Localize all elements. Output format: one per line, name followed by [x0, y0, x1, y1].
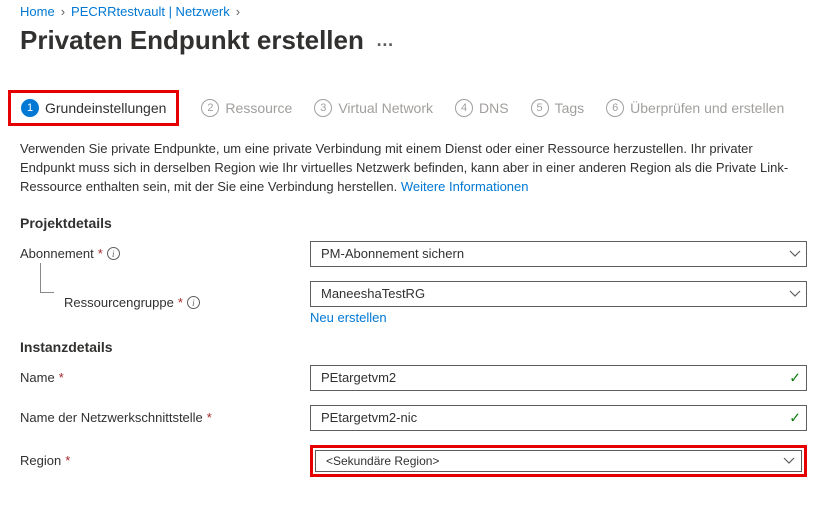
step-label: Tags	[555, 100, 585, 116]
step-tags[interactable]: 5 Tags	[531, 99, 585, 117]
subscription-select[interactable]: PM-Abonnement sichern	[310, 241, 807, 267]
row-subscription: Abonnement * i PM-Abonnement sichern	[20, 241, 807, 267]
learn-more-link[interactable]: Weitere Informationen	[401, 179, 529, 194]
breadcrumb-sep: ›	[236, 4, 240, 19]
step-number-icon: 4	[455, 99, 473, 117]
region-select[interactable]: <Sekundäre Region>	[315, 450, 802, 472]
more-menu[interactable]: …	[376, 30, 395, 51]
input-value: PEtargetvm2-nic	[321, 410, 417, 425]
label-name: Name *	[20, 370, 310, 385]
step-resource[interactable]: 2 Ressource	[201, 99, 292, 117]
label-text: Abonnement	[20, 246, 94, 261]
step-dns[interactable]: 4 DNS	[455, 99, 509, 117]
step-vnet[interactable]: 3 Virtual Network	[314, 99, 433, 117]
resource-group-select[interactable]: ManeeshaTestRG	[310, 281, 807, 307]
breadcrumb: Home › PECRRtestvault | Netzwerk ›	[20, 0, 807, 19]
label-resource-group: Ressourcengruppe * i	[20, 295, 310, 310]
section-instance-details: Instanzdetails	[20, 339, 807, 355]
nic-name-input[interactable]: PEtargetvm2-nic ✓	[310, 405, 807, 431]
step-basics[interactable]: 1 Grundeinstellungen	[21, 99, 166, 117]
name-input[interactable]: PEtargetvm2 ✓	[310, 365, 807, 391]
step-label: Grundeinstellungen	[45, 100, 166, 116]
row-resource-group: Ressourcengruppe * i ManeeshaTestRG Neu …	[20, 281, 807, 325]
step-number-icon: 1	[21, 99, 39, 117]
page-title: Privaten Endpunkt erstellen	[20, 25, 364, 56]
label-text: Ressourcengruppe	[64, 295, 174, 310]
step-number-icon: 6	[606, 99, 624, 117]
row-name: Name * PEtargetvm2 ✓	[20, 365, 807, 391]
indent-line	[40, 263, 54, 293]
breadcrumb-vault[interactable]: PECRRtestvault | Netzwerk	[71, 4, 230, 19]
chevron-down-icon	[783, 455, 795, 467]
wizard-steps: 1 Grundeinstellungen 2 Ressource 3 Virtu…	[20, 90, 807, 126]
label-text: Name	[20, 370, 55, 385]
step-label: Ressource	[225, 100, 292, 116]
step-number-icon: 5	[531, 99, 549, 117]
label-text: Region	[20, 453, 61, 468]
select-value: PM-Abonnement sichern	[321, 246, 464, 261]
create-new-link[interactable]: Neu erstellen	[310, 310, 387, 325]
breadcrumb-sep: ›	[61, 4, 65, 19]
description: Verwenden Sie private Endpunkte, um eine…	[20, 140, 807, 197]
input-value: PEtargetvm2	[321, 370, 396, 385]
step-number-icon: 2	[201, 99, 219, 117]
required-indicator: *	[65, 453, 70, 468]
required-indicator: *	[207, 410, 212, 425]
step-label: Virtual Network	[338, 100, 433, 116]
breadcrumb-home[interactable]: Home	[20, 4, 55, 19]
label-subscription: Abonnement * i	[20, 246, 310, 261]
select-value: <Sekundäre Region>	[326, 454, 439, 468]
select-value: ManeeshaTestRG	[321, 286, 425, 301]
step-label: DNS	[479, 100, 509, 116]
info-icon[interactable]: i	[187, 296, 200, 309]
required-indicator: *	[178, 295, 183, 310]
section-project-details: Projektdetails	[20, 215, 807, 231]
region-highlight: <Sekundäre Region>	[310, 445, 807, 477]
required-indicator: *	[98, 246, 103, 261]
step-basics-highlight: 1 Grundeinstellungen	[8, 90, 179, 126]
info-icon[interactable]: i	[107, 247, 120, 260]
row-region: Region * <Sekundäre Region>	[20, 445, 807, 477]
step-review[interactable]: 6 Überprüfen und erstellen	[606, 99, 784, 117]
row-nic-name: Name der Netzwerkschnittstelle * PEtarge…	[20, 405, 807, 431]
page-title-row: Privaten Endpunkt erstellen …	[20, 25, 807, 56]
required-indicator: *	[59, 370, 64, 385]
step-number-icon: 3	[314, 99, 332, 117]
step-label: Überprüfen und erstellen	[630, 100, 784, 116]
label-nic-name: Name der Netzwerkschnittstelle *	[20, 410, 310, 425]
label-region: Region *	[20, 453, 310, 468]
label-text: Name der Netzwerkschnittstelle	[20, 410, 203, 425]
